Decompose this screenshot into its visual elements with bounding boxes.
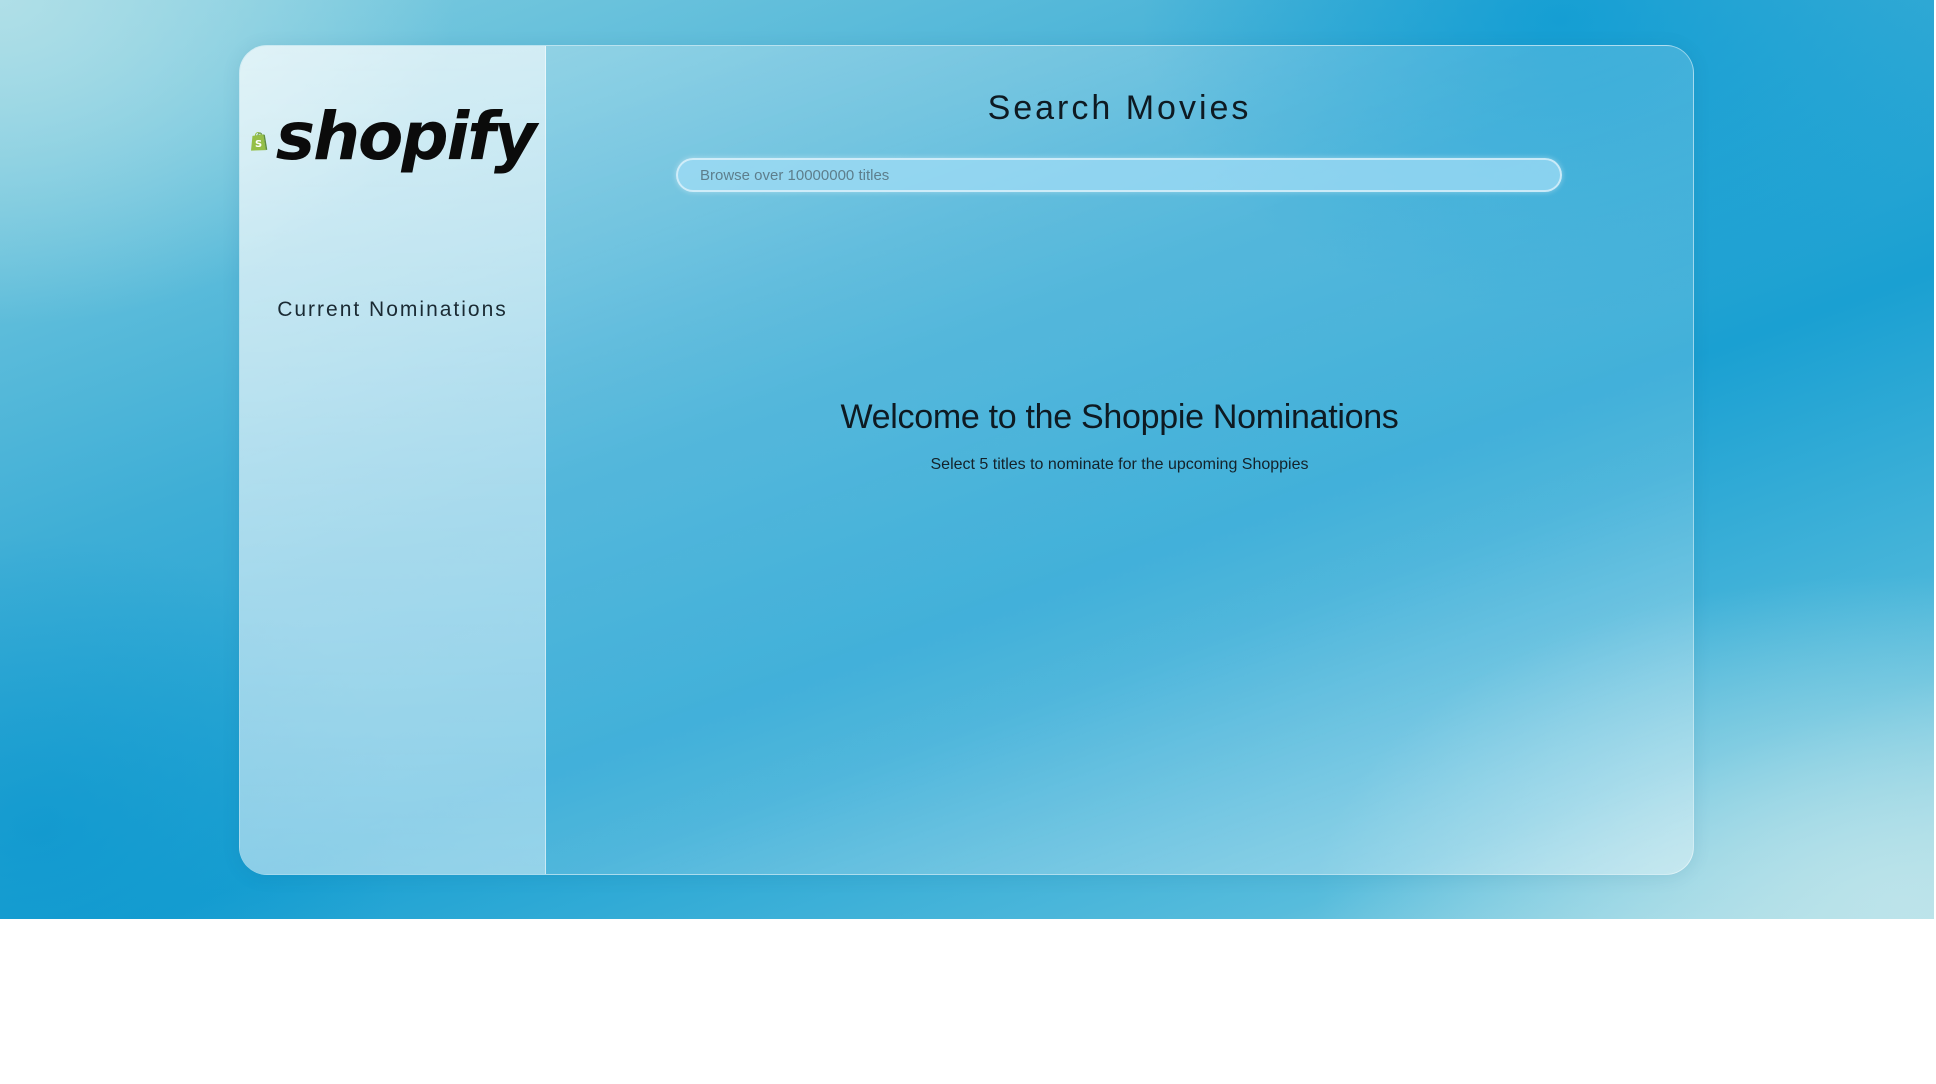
shopify-bag-icon: S [250, 131, 268, 151]
current-nominations-heading: Current Nominations [277, 298, 508, 321]
main-panel: Search Movies Welcome to the Shoppie Nom… [546, 46, 1693, 874]
sidebar: S shopify Current Nominations [240, 46, 546, 874]
welcome-subtitle: Select 5 titles to nominate for the upco… [930, 456, 1309, 473]
shopify-wordmark: shopify [275, 98, 537, 175]
search-input[interactable] [676, 158, 1562, 192]
app-card: S shopify Current Nominations Search Mov… [239, 45, 1694, 875]
welcome-title: Welcome to the Shoppie Nominations [840, 398, 1399, 436]
shopify-logo: S shopify [250, 96, 537, 186]
svg-text:S: S [255, 139, 262, 150]
search-heading: Search Movies [987, 89, 1252, 127]
